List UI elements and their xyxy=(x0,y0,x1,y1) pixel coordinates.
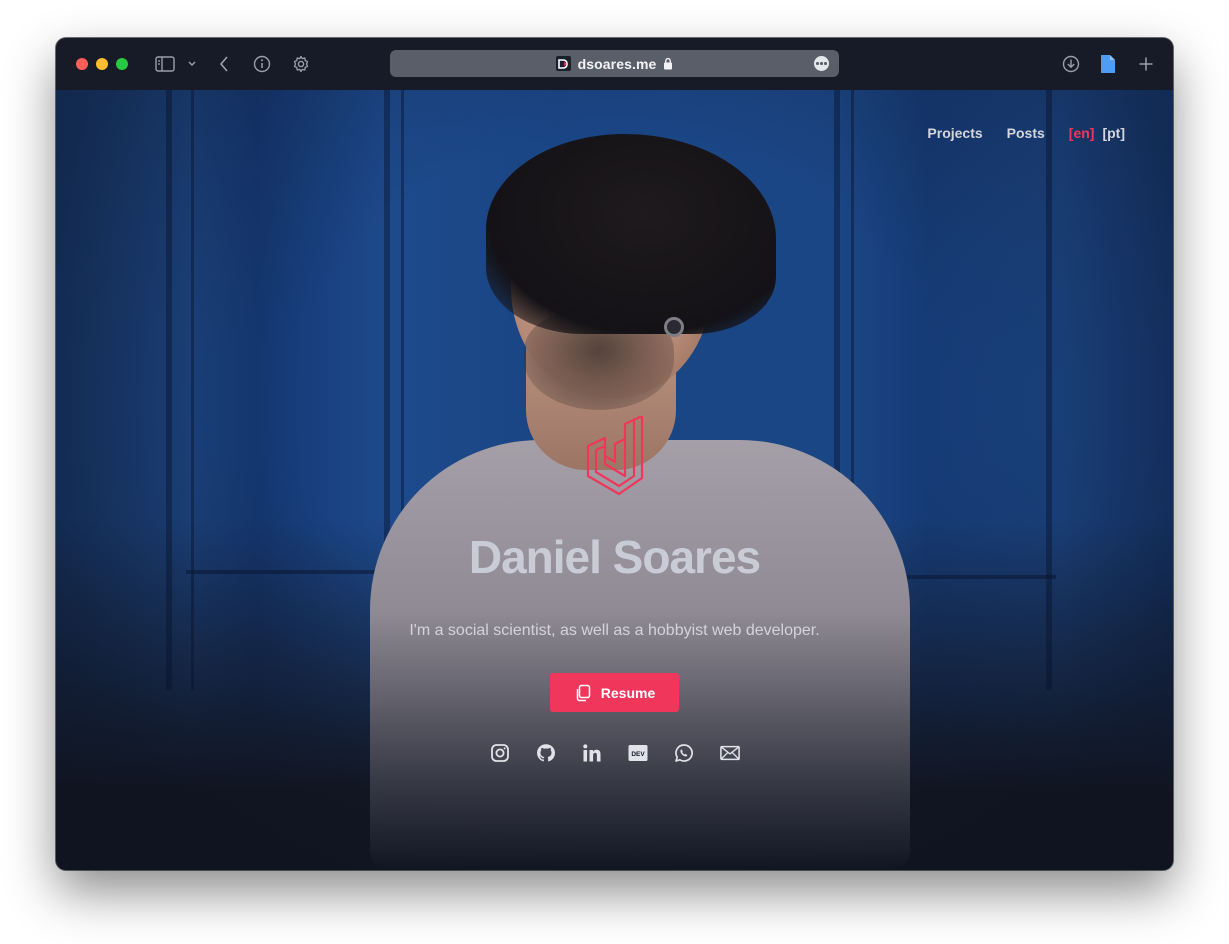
resume-button[interactable]: Resume xyxy=(550,673,679,712)
hero-name: Daniel Soares xyxy=(468,531,761,583)
browser-window: dsoares.me Projects Posts [en] [pt] Dani… xyxy=(56,38,1173,870)
back-arrow-icon[interactable] xyxy=(214,54,234,74)
url-text: dsoares.me xyxy=(577,55,657,72)
gear-icon[interactable] xyxy=(291,54,311,74)
site-logo-icon xyxy=(586,416,643,496)
nav-link-posts[interactable]: Posts xyxy=(1007,125,1045,141)
address-bar[interactable]: dsoares.me xyxy=(390,50,839,77)
close-window-button[interactable] xyxy=(76,58,88,70)
lock-icon xyxy=(663,57,673,70)
top-nav: Projects Posts [en] [pt] xyxy=(927,125,1125,141)
info-icon[interactable] xyxy=(252,54,272,74)
lang-pt-link[interactable]: [pt] xyxy=(1102,125,1125,141)
svg-text:DEV: DEV xyxy=(631,751,645,758)
sidebar-toggle-icon[interactable] xyxy=(154,54,176,74)
whatsapp-icon[interactable] xyxy=(674,743,694,763)
download-icon[interactable] xyxy=(1061,54,1081,74)
instagram-icon[interactable] xyxy=(490,743,510,763)
page-menu-button[interactable] xyxy=(814,56,829,71)
lang-en-link[interactable]: [en] xyxy=(1069,125,1095,141)
nav-link-projects[interactable]: Projects xyxy=(927,125,982,141)
new-tab-plus-icon[interactable] xyxy=(1136,54,1156,74)
copy-document-icon xyxy=(576,684,591,701)
linkedin-icon[interactable] xyxy=(582,743,602,763)
resume-label: Resume xyxy=(600,684,656,701)
reader-document-icon[interactable] xyxy=(1098,53,1118,75)
hero-content: Daniel Soares I'm a social scientist, as… xyxy=(56,416,1173,763)
chevron-down-icon[interactable] xyxy=(186,58,198,70)
site-favicon xyxy=(555,56,571,71)
language-switcher: [en] [pt] xyxy=(1069,125,1125,141)
hero-tagline: I'm a social scientist, as well as a hob… xyxy=(409,622,820,639)
github-icon[interactable] xyxy=(536,743,556,763)
browser-toolbar: dsoares.me xyxy=(56,38,1173,90)
zoom-window-button[interactable] xyxy=(116,58,128,70)
mail-icon[interactable] xyxy=(719,743,740,763)
minimize-window-button[interactable] xyxy=(96,58,108,70)
social-links: DEV xyxy=(490,743,740,763)
dev-icon[interactable]: DEV xyxy=(628,743,648,763)
